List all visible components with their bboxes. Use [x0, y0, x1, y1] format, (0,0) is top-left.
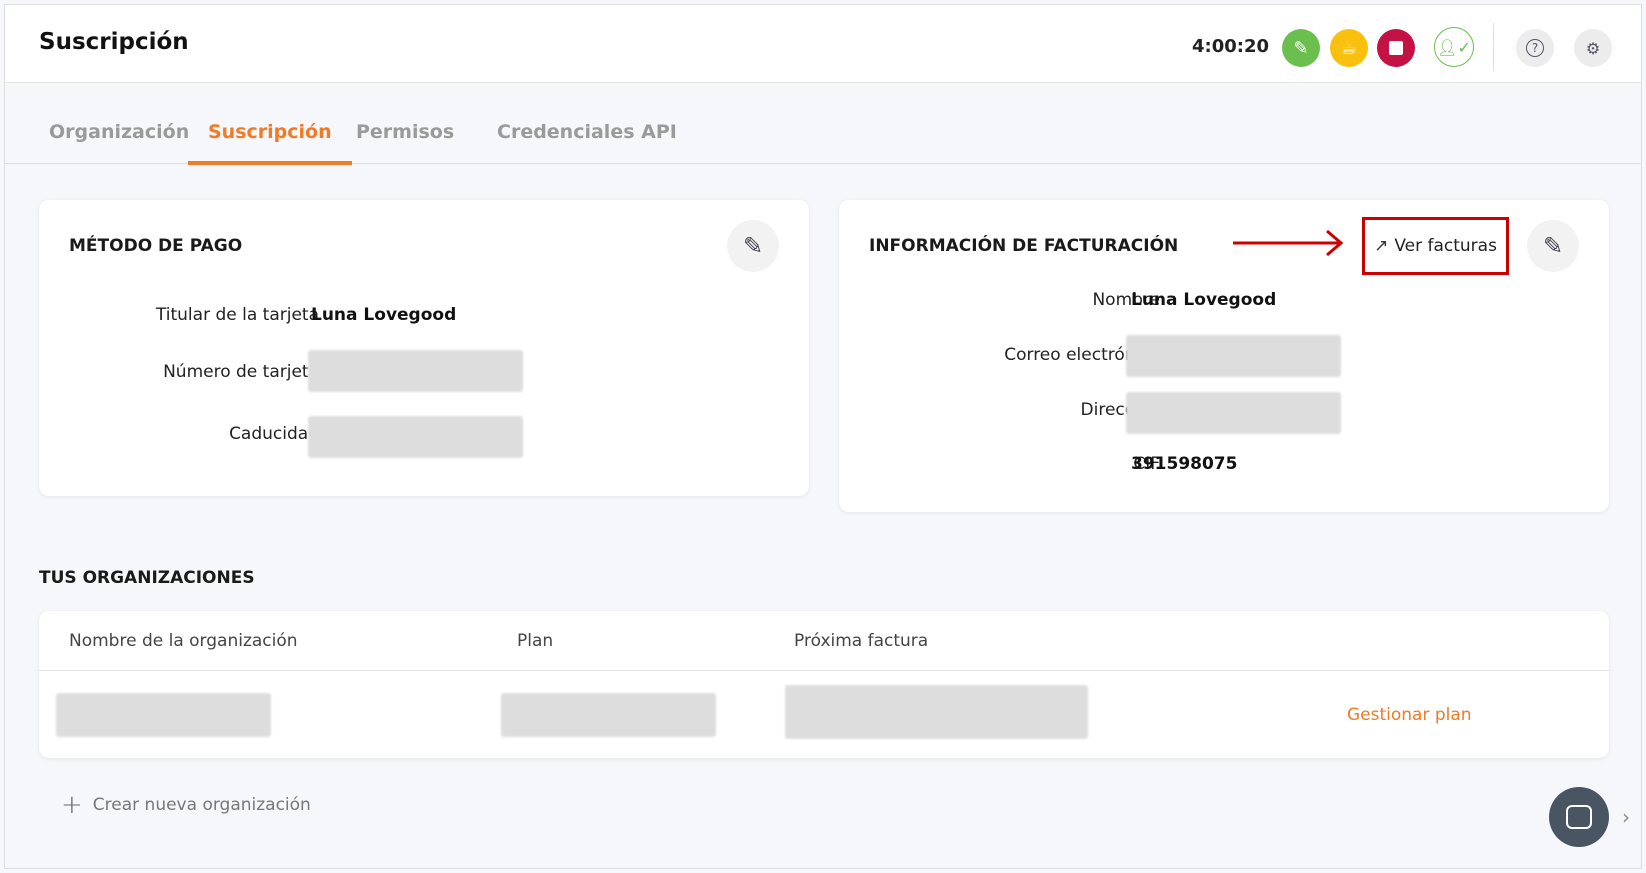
user-check-button[interactable]: 👤︎✓ [1434, 27, 1474, 67]
expiry-label: Caducidad [229, 424, 319, 444]
expiry-redacted [308, 416, 523, 458]
holder-label: Titular de la tarjeta [155, 305, 319, 325]
gear-icon: ⚙ [1585, 38, 1601, 58]
column-header-next-invoice: Próxima factura [794, 631, 929, 651]
chevron-right-icon[interactable]: › [1622, 805, 1630, 829]
session-timer: 4:00:20 [1192, 36, 1270, 57]
break-button[interactable]: ☕ [1330, 29, 1368, 67]
chat-button[interactable] [1549, 787, 1609, 847]
edit-payment-button[interactable]: ✎ [727, 220, 779, 272]
address-redacted [1126, 392, 1341, 434]
external-link-icon: ↗ [1374, 236, 1389, 256]
column-header-plan: Plan [517, 631, 554, 651]
settings-button[interactable]: ⚙ [1574, 29, 1612, 67]
tab-organizacion[interactable]: Organización [29, 121, 209, 161]
payment-title: MÉTODO DE PAGO [69, 236, 243, 256]
divider [1493, 23, 1494, 71]
help-button[interactable]: ? [1516, 29, 1554, 67]
tab-bar: Organización Suscripción Permisos Creden… [5, 83, 1641, 165]
stop-button[interactable] [1377, 29, 1415, 67]
card-number-redacted [308, 350, 523, 392]
manage-plan-link[interactable]: Gestionar plan [1347, 705, 1472, 725]
plus-icon: + [61, 790, 83, 820]
card-number-label: Número de tarjeta [163, 362, 319, 382]
holder-value: Luna Lovegood [311, 305, 457, 325]
help-icon: ? [1526, 39, 1544, 57]
cif-label: CIF [1133, 454, 1160, 474]
top-header: Suscripción 4:00:20 ✎ ☕ 👤︎✓ ? ⚙ [5, 5, 1641, 83]
create-organization-button[interactable]: + Crear nueva organización [61, 790, 311, 820]
billing-title: INFORMACIÓN DE FACTURACIÓN [869, 236, 1179, 256]
organizations-title: TUS ORGANIZACIONES [39, 568, 255, 588]
pencil-icon: ✎ [1542, 232, 1564, 260]
view-invoices-button[interactable]: ↗ Ver facturas [1362, 217, 1509, 275]
name-label: Nombre [1092, 290, 1160, 310]
chat-icon [1566, 805, 1592, 829]
column-header-name: Nombre de la organización [69, 631, 298, 651]
address-label: Dirección [1080, 400, 1160, 420]
pencil-arrows-icon: ✎ [1293, 37, 1309, 59]
tab-credenciales-api[interactable]: Credenciales API [477, 121, 697, 161]
coffee-icon: ☕ [1340, 37, 1358, 59]
page-title: Suscripción [39, 29, 189, 55]
email-redacted [1126, 335, 1341, 377]
payment-method-card: MÉTODO DE PAGO ✎ Titular de la tarjeta L… [39, 200, 809, 496]
email-label: Correo electrónico [1004, 345, 1160, 365]
stop-icon [1389, 41, 1403, 55]
next-invoice-redacted [785, 685, 1088, 739]
user-check-icon: 👤︎✓ [1437, 37, 1471, 57]
edit-billing-button[interactable]: ✎ [1527, 220, 1579, 272]
view-invoices-label: Ver facturas [1394, 236, 1497, 256]
table-divider [39, 670, 1609, 671]
org-name-redacted [56, 693, 271, 737]
cif-value: 391598075 [1131, 454, 1238, 474]
org-plan-redacted [501, 693, 716, 737]
tab-permisos[interactable]: Permisos [336, 121, 474, 161]
work-status-button[interactable]: ✎ [1282, 29, 1320, 67]
name-value: Luna Lovegood [1131, 290, 1277, 310]
organizations-table: Nombre de la organización Plan Próxima f… [39, 611, 1609, 758]
create-organization-label: Crear nueva organización [92, 795, 311, 815]
billing-info-card: INFORMACIÓN DE FACTURACIÓN ↗ Ver factura… [839, 200, 1609, 512]
annotation-arrow-icon [1233, 229, 1344, 257]
pencil-icon: ✎ [742, 232, 764, 260]
tab-suscripcion[interactable]: Suscripción [188, 121, 352, 165]
